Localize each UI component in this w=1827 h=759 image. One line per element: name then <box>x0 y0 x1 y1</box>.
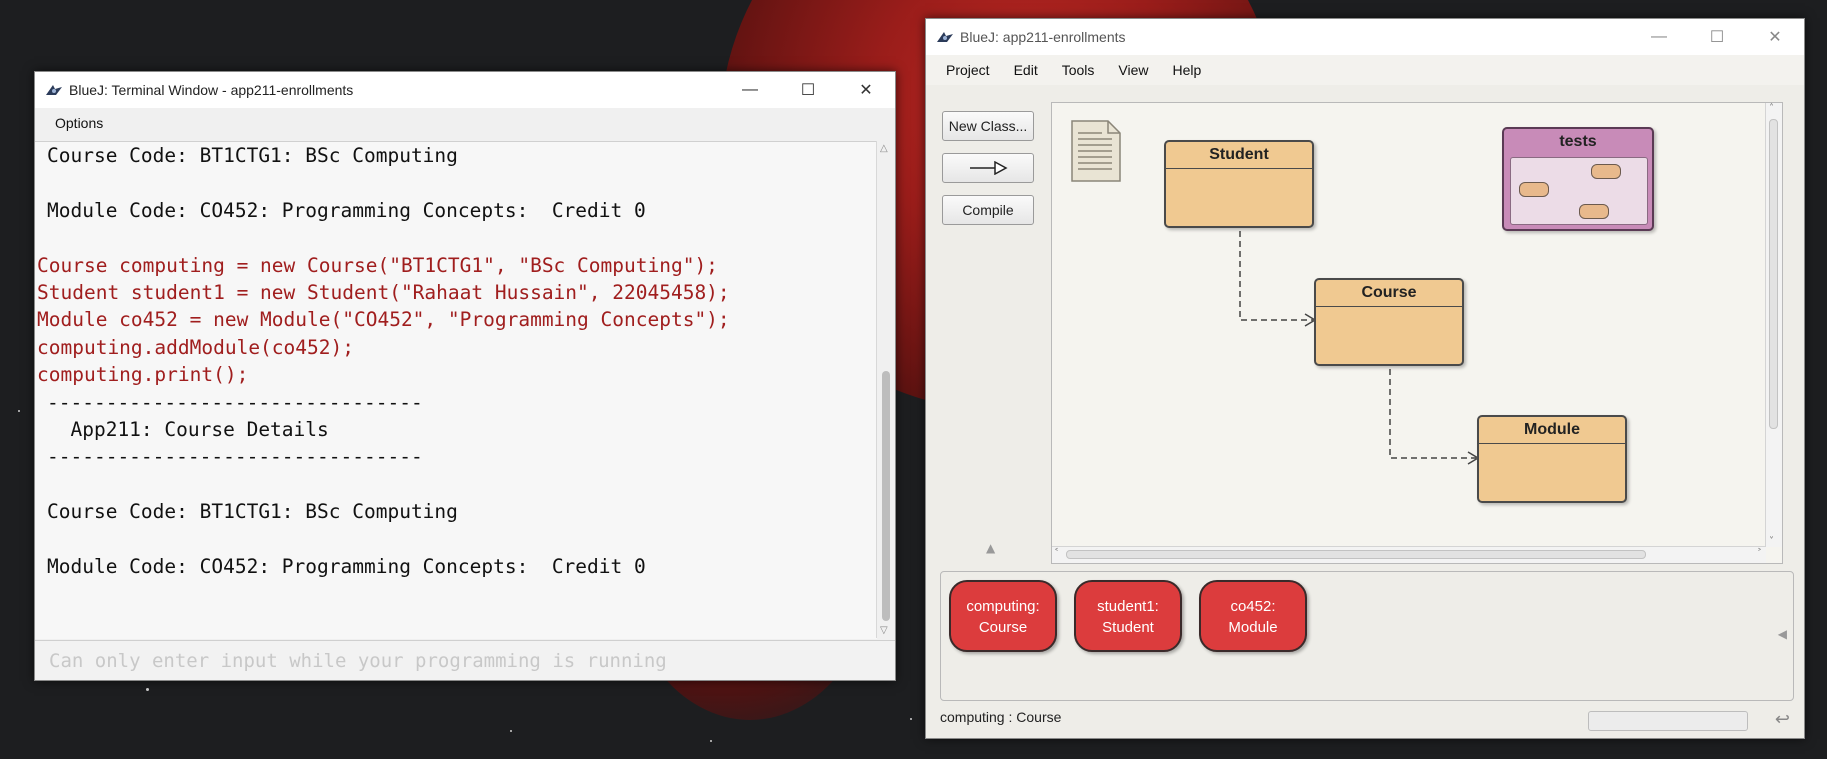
wallpaper-star <box>710 740 712 742</box>
terminal-menubar: Options <box>35 108 895 138</box>
menu-edit[interactable]: Edit <box>1002 62 1050 78</box>
scrollbar-thumb[interactable] <box>882 371 890 621</box>
package-class-icon <box>1519 182 1549 197</box>
terminal-code-line: Student student1 = new Student("Rahaat H… <box>37 280 730 304</box>
package-class-icon <box>1591 164 1621 179</box>
package-contents <box>1510 157 1648 225</box>
close-button[interactable]: ✕ <box>837 72 895 108</box>
scroll-right-icon[interactable]: ˃ <box>1757 548 1762 559</box>
scroll-down-icon[interactable]: ˅ <box>1769 536 1774 547</box>
terminal-output-line: Course Code: BT1CTG1: BSc Computing <box>47 144 458 167</box>
class-diagram[interactable]: Student Course Module tests ˄ ˅ ˂ ˃ <box>1051 102 1783 564</box>
reset-vm-icon[interactable]: ↩ <box>1775 709 1790 730</box>
scroll-left-icon[interactable]: ˂ <box>1054 548 1059 559</box>
close-button[interactable]: ✕ <box>1746 19 1804 55</box>
class-student[interactable]: Student <box>1164 140 1314 228</box>
diagram-vertical-scrollbar[interactable]: ˄ ˅ <box>1765 103 1782 547</box>
maximize-button[interactable]: ☐ <box>779 72 837 108</box>
terminal-code-line: computing.addModule(co452); <box>37 335 354 359</box>
minimize-icon: — <box>1651 28 1667 45</box>
package-class-icon <box>1579 204 1609 219</box>
tool-panel: New Class... Compile <box>942 111 1036 237</box>
new-class-button[interactable]: New Class... <box>942 111 1034 141</box>
terminal-output[interactable]: Course Code: BT1CTG1: BSc Computing Modul… <box>35 141 877 639</box>
bluej-main-window: BlueJ: app211-enrollments — ☐ ✕ Project … <box>925 18 1805 739</box>
package-name-tests: tests <box>1559 133 1597 150</box>
class-name-student: Student <box>1166 142 1312 169</box>
terminal-title: BlueJ: Terminal Window - app211-enrollme… <box>69 82 354 98</box>
terminal-code-line: Module co452 = new Module("CO452", "Prog… <box>37 308 730 332</box>
maximize-button[interactable]: ☐ <box>1688 19 1746 55</box>
scroll-up-icon[interactable]: ˄ <box>1769 103 1774 114</box>
object-name: computing: <box>966 598 1040 615</box>
bluej-menubar: Project Edit Tools View Help <box>926 55 1804 85</box>
expand-triangle-icon[interactable]: ◀ <box>1778 627 1787 641</box>
new-inheritance-arrow-button[interactable] <box>942 153 1034 183</box>
terminal-output-line: -------------------------------- <box>47 390 423 414</box>
object-name: co452: <box>1230 598 1276 615</box>
class-module[interactable]: Module <box>1477 415 1627 503</box>
menu-help[interactable]: Help <box>1160 62 1213 78</box>
object-co452[interactable]: co452: Module <box>1199 580 1307 652</box>
bluej-titlebar[interactable]: BlueJ: app211-enrollments — ☐ ✕ <box>926 19 1804 55</box>
wallpaper-star <box>18 410 20 412</box>
object-type: Module <box>1228 619 1278 636</box>
close-icon: ✕ <box>859 82 873 99</box>
terminal-scrollbar[interactable]: △ ▽ <box>876 141 895 638</box>
terminal-code-line: computing.print(); <box>37 363 249 387</box>
object-student1[interactable]: student1: Student <box>1074 580 1182 652</box>
object-name: student1: <box>1097 598 1159 615</box>
minimize-button[interactable]: — <box>1630 19 1688 55</box>
terminal-output-line: Module Code: CO452: Programming Concepts… <box>47 198 646 222</box>
minimize-icon: — <box>742 81 758 98</box>
close-icon: ✕ <box>1768 29 1782 46</box>
status-progress-field <box>1588 711 1748 731</box>
menu-view[interactable]: View <box>1106 62 1160 78</box>
package-tests[interactable]: tests <box>1502 127 1654 231</box>
bluej-title: BlueJ: app211-enrollments <box>960 29 1126 45</box>
scrollbar-thumb[interactable] <box>1769 119 1778 429</box>
class-name-module: Module <box>1479 417 1625 444</box>
object-bench: computing: Course student1: Student co45… <box>940 571 1794 701</box>
wallpaper-star <box>910 718 912 720</box>
scroll-down-icon[interactable]: ▽ <box>880 625 888 636</box>
terminal-input-field[interactable]: Can only enter input while your programm… <box>35 640 895 680</box>
bluej-logo-icon <box>46 85 62 95</box>
diagram-horizontal-scrollbar[interactable]: ˂ ˃ <box>1052 546 1766 563</box>
object-type: Student <box>1102 619 1154 636</box>
wallpaper-star <box>146 688 149 691</box>
inheritance-arrow-icon <box>970 161 1008 175</box>
terminal-output-line: Module Code: CO452: Programming Concepts… <box>47 554 646 578</box>
terminal-output-line: App211: Course Details <box>47 417 329 441</box>
scrollbar-thumb[interactable] <box>1066 550 1646 559</box>
terminal-output-line: -------------------------------- <box>47 445 423 469</box>
status-bar-text: computing : Course <box>940 709 1062 725</box>
terminal-output-line: Course Code: BT1CTG1: BSc Computing <box>47 500 458 524</box>
terminal-window: BlueJ: Terminal Window - app211-enrollme… <box>34 71 896 681</box>
wallpaper-star <box>510 730 512 732</box>
terminal-titlebar[interactable]: BlueJ: Terminal Window - app211-enrollme… <box>35 72 895 108</box>
terminal-code-line: Course computing = new Course("BT1CTG1",… <box>37 253 718 277</box>
bluej-logo-icon <box>937 32 953 42</box>
object-type: Course <box>978 619 1028 636</box>
menu-options[interactable]: Options <box>43 115 115 131</box>
scroll-up-icon[interactable]: △ <box>880 143 888 154</box>
maximize-icon: ☐ <box>800 82 816 99</box>
compile-button[interactable]: Compile <box>942 195 1034 225</box>
class-name-course: Course <box>1316 280 1462 307</box>
menu-tools[interactable]: Tools <box>1050 62 1107 78</box>
collapse-triangle-icon[interactable]: ▲ <box>986 541 995 555</box>
minimize-button[interactable]: — <box>721 72 779 108</box>
object-computing[interactable]: computing: Course <box>949 580 1057 652</box>
menu-project[interactable]: Project <box>934 62 1002 78</box>
class-course[interactable]: Course <box>1314 278 1464 366</box>
maximize-icon: ☐ <box>1709 29 1725 46</box>
